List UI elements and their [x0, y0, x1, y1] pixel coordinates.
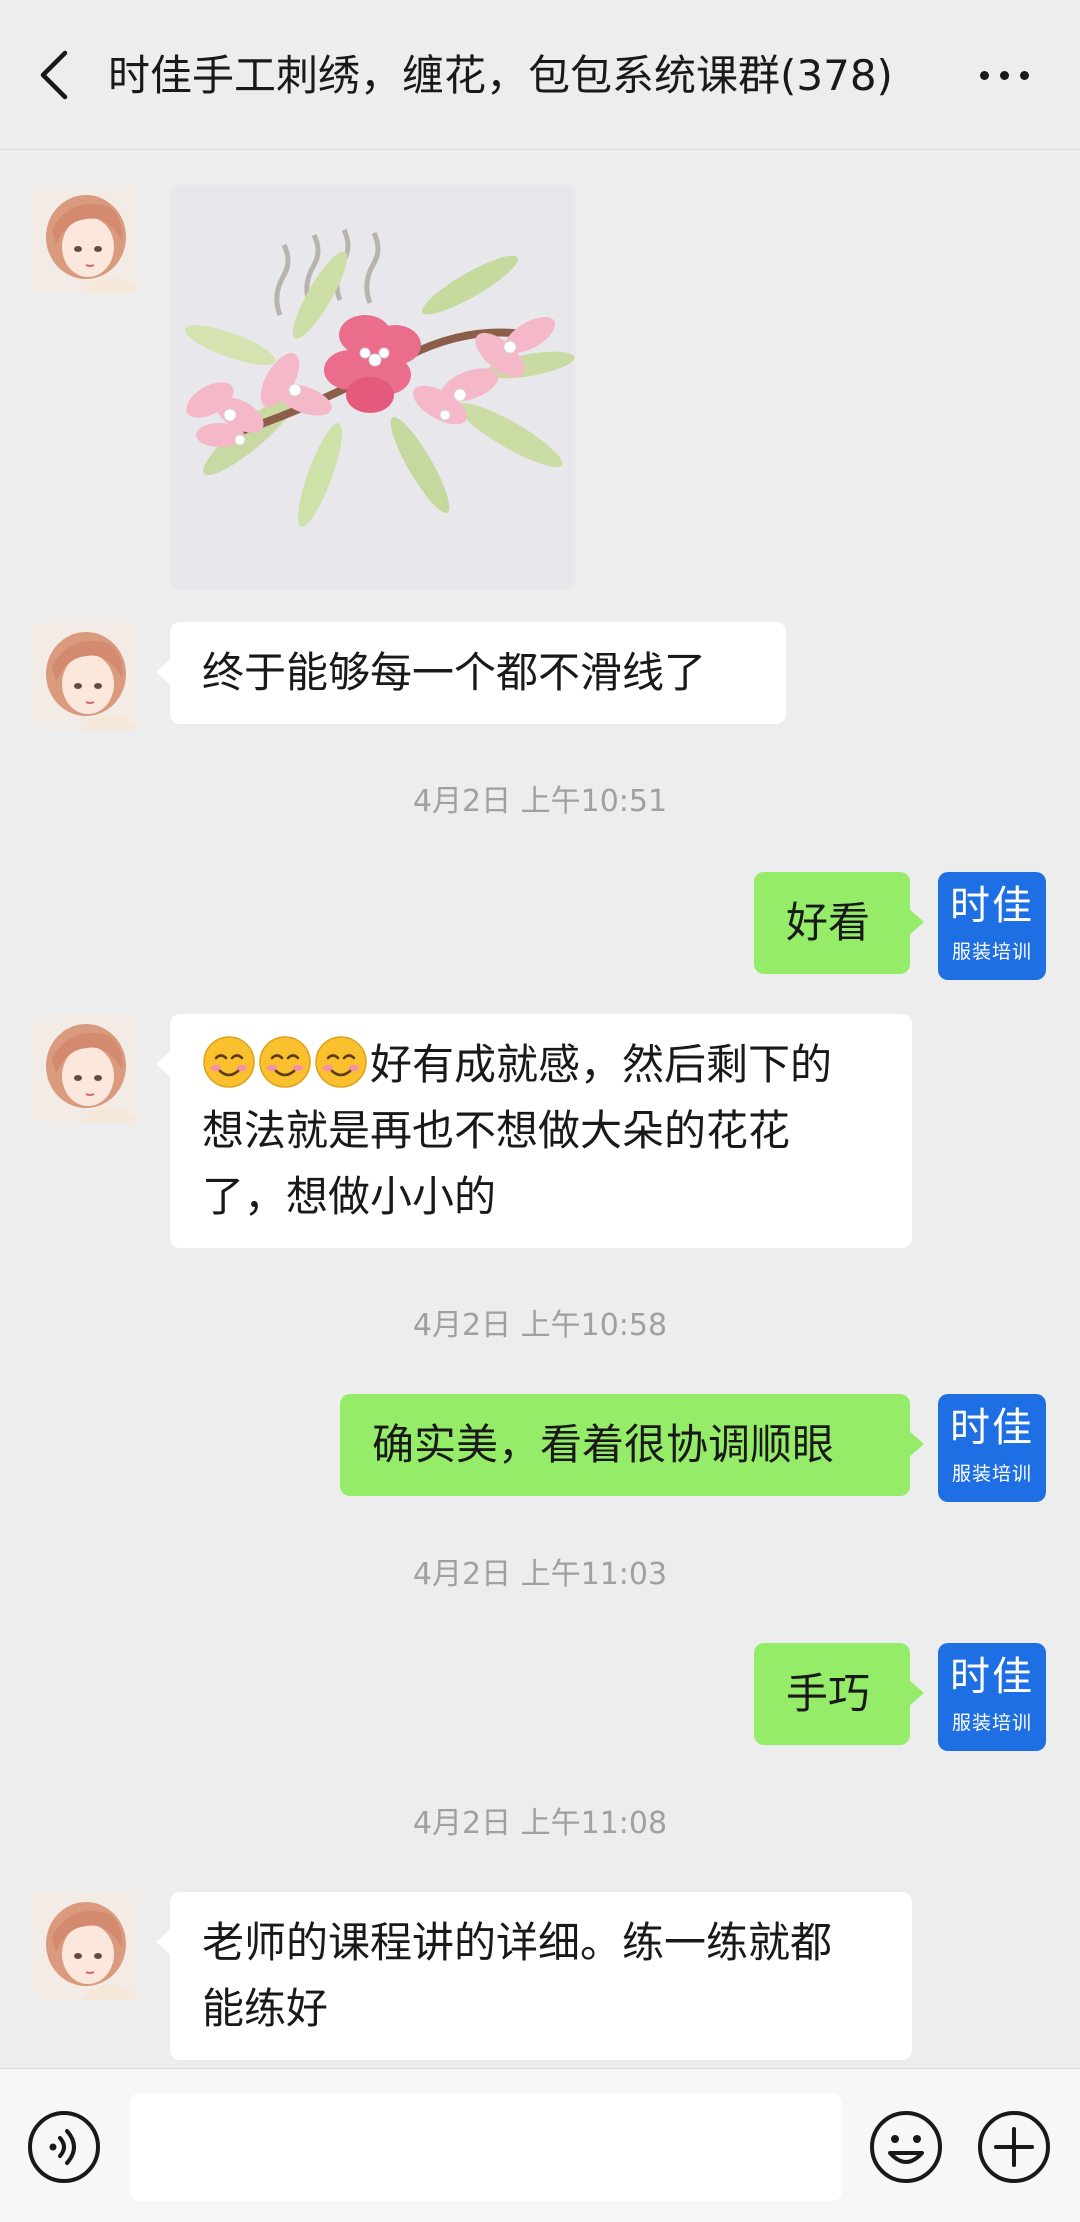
message-bubble-received[interactable]: 终于能够每一个都不滑线了 [156, 622, 786, 724]
message-text: 好看 [786, 898, 871, 947]
avatar-brand-name: 时佳 [950, 1405, 1034, 1451]
plus-icon [978, 2111, 1050, 2183]
voice-icon [28, 2111, 100, 2183]
avatar-brand-subtitle: 服装培训 [951, 1463, 1032, 1485]
message-text-line: 了，想做小小的 [202, 1172, 497, 1221]
message-bubble-received[interactable]: 好有成就感，然后剩下的 想法就是再也不想做大朵的花花 了，想做小小的 [156, 1014, 912, 1248]
my-avatar[interactable]: 时佳 服装培训 [938, 872, 1046, 980]
message-bubble-sent[interactable]: 手巧 [754, 1643, 924, 1745]
avatar-girl-icon [32, 185, 140, 293]
avatar-brand-subtitle: 服装培训 [951, 1712, 1032, 1734]
smiley-icon [870, 2111, 942, 2183]
avatar-girl-icon [32, 1892, 140, 2000]
message-text-line: 想法就是再也不想做大朵的花花 [202, 1106, 791, 1155]
my-avatar[interactable]: 时佳 服装培训 [938, 1643, 1046, 1751]
message-bubble-received[interactable]: 老师的课程讲的详细。练一练就都 能练好 [156, 1892, 912, 2060]
message-text: 终于能够每一个都不滑线了 [202, 648, 707, 697]
flower-hair-comb-image [170, 185, 575, 590]
message-image[interactable] [170, 185, 575, 590]
timestamp: 4月2日 上午11:08 [412, 1806, 668, 1841]
avatar-brand-name: 时佳 [950, 1654, 1034, 1700]
contact-avatar[interactable] [32, 1014, 140, 1122]
message-input[interactable] [130, 2093, 842, 2201]
chevron-left-icon [40, 50, 68, 100]
back-button[interactable] [26, 40, 82, 110]
message-text: 确实美，看着很协调顺眼 [372, 1420, 835, 1469]
blush-smile-emoji-icon [315, 1036, 367, 1088]
chat-input-bar [0, 2068, 1080, 2222]
voice-button[interactable] [26, 2109, 102, 2185]
timestamp: 4月2日 上午11:03 [412, 1557, 668, 1592]
message-text-line: 能练好 [202, 1984, 329, 2033]
message-bubble-sent[interactable]: 确实美，看着很协调顺眼 [340, 1394, 924, 1496]
chat-header: 时佳手工刺绣，缠花，包包系统课群(378) [0, 0, 1080, 150]
chat-title: 时佳手工刺绣，缠花，包包系统课群(378) [108, 51, 893, 100]
message-bubble-sent[interactable]: 好看 [754, 872, 924, 974]
more-button[interactable] [964, 50, 1044, 100]
contact-avatar[interactable] [32, 1892, 140, 2000]
avatar-brand-name: 时佳 [950, 883, 1034, 929]
message-text-line: 好有成就感，然后剩下的 [370, 1040, 833, 1089]
timestamp: 4月2日 上午10:51 [412, 784, 668, 819]
blush-smile-emoji-icon [259, 1036, 311, 1088]
avatar-brand-subtitle: 服装培训 [951, 941, 1032, 963]
emoji-button[interactable] [868, 2109, 944, 2185]
avatar-girl-icon [32, 622, 140, 730]
message-text: 手巧 [786, 1669, 871, 1718]
contact-avatar[interactable] [32, 185, 140, 293]
avatar-girl-icon [32, 1014, 140, 1122]
more-features-button[interactable] [976, 2109, 1052, 2185]
timestamp: 4月2日 上午10:58 [412, 1308, 668, 1343]
contact-avatar[interactable] [32, 622, 140, 730]
chat-screen: 时佳手工刺绣，缠花，包包系统课群(378) 终于能够每一个都不滑线了 4月2日 … [0, 0, 1080, 2222]
more-dots-icon [979, 70, 989, 80]
my-avatar[interactable]: 时佳 服装培训 [938, 1394, 1046, 1502]
message-text-line: 老师的课程讲的详细。练一练就都 [202, 1918, 833, 1967]
blush-smile-emoji-icon [203, 1036, 255, 1088]
